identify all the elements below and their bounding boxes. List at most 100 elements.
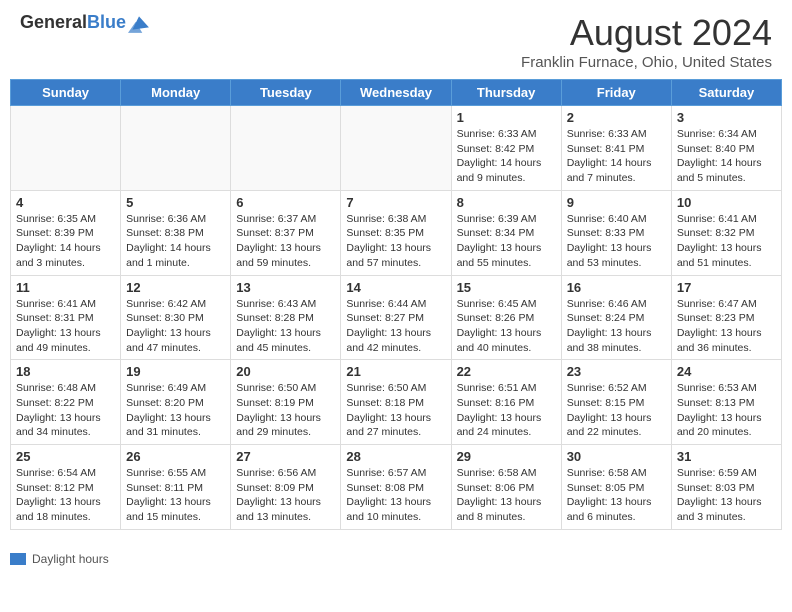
day-header-saturday: Saturday xyxy=(671,80,781,106)
day-number: 16 xyxy=(567,280,666,295)
day-number: 7 xyxy=(346,195,445,210)
day-info: Sunrise: 6:54 AM Sunset: 8:12 PM Dayligh… xyxy=(16,466,115,525)
calendar-day-13: 13 Sunrise: 6:43 AM Sunset: 8:28 PM Dayli… xyxy=(231,275,341,360)
calendar-day-empty xyxy=(231,106,341,191)
logo-icon xyxy=(128,12,150,34)
calendar-header-row: SundayMondayTuesdayWednesdayThursdayFrid… xyxy=(11,80,782,106)
calendar-day-empty xyxy=(11,106,121,191)
day-info: Sunrise: 6:33 AM Sunset: 8:41 PM Dayligh… xyxy=(567,127,666,186)
calendar-day-30: 30 Sunrise: 6:58 AM Sunset: 8:05 PM Dayli… xyxy=(561,445,671,530)
day-number: 9 xyxy=(567,195,666,210)
calendar-week-row: 11 Sunrise: 6:41 AM Sunset: 8:31 PM Dayli… xyxy=(11,275,782,360)
calendar-day-2: 2 Sunrise: 6:33 AM Sunset: 8:41 PM Daylig… xyxy=(561,106,671,191)
day-info: Sunrise: 6:50 AM Sunset: 8:18 PM Dayligh… xyxy=(346,381,445,440)
calendar-day-18: 18Sunrise: 6:48 AM Sunset: 8:22 PM Dayli… xyxy=(11,360,121,445)
day-info: Sunrise: 6:34 AM Sunset: 8:40 PM Dayligh… xyxy=(677,127,776,186)
day-info: Sunrise: 6:56 AM Sunset: 8:09 PM Dayligh… xyxy=(236,466,335,525)
calendar-day-5: 5 Sunrise: 6:36 AM Sunset: 8:38 PM Daylig… xyxy=(121,190,231,275)
calendar-day-empty xyxy=(341,106,451,191)
calendar-day-7: 7 Sunrise: 6:38 AM Sunset: 8:35 PM Daylig… xyxy=(341,190,451,275)
calendar-day-15: 15Sunrise: 6:45 AM Sunset: 8:26 PM Dayli… xyxy=(451,275,561,360)
logo-general-text: General xyxy=(20,12,87,32)
day-number: 15 xyxy=(457,280,556,295)
calendar-week-row: 25 Sunrise: 6:54 AM Sunset: 8:12 PM Dayli… xyxy=(11,445,782,530)
calendar-day-29: 29 Sunrise: 6:58 AM Sunset: 8:06 PM Dayli… xyxy=(451,445,561,530)
day-number: 5 xyxy=(126,195,225,210)
day-info: Sunrise: 6:50 AM Sunset: 8:19 PM Dayligh… xyxy=(236,381,335,440)
day-number: 24 xyxy=(677,364,776,379)
calendar-day-24: 24Sunrise: 6:53 AM Sunset: 8:13 PM Dayli… xyxy=(671,360,781,445)
day-info: Sunrise: 6:57 AM Sunset: 8:08 PM Dayligh… xyxy=(346,466,445,525)
day-number: 10 xyxy=(677,195,776,210)
calendar-day-19: 19Sunrise: 6:49 AM Sunset: 8:20 PM Dayli… xyxy=(121,360,231,445)
logo-blue-text: Blue xyxy=(87,12,126,32)
calendar-week-row: 1 Sunrise: 6:33 AM Sunset: 8:42 PM Daylig… xyxy=(11,106,782,191)
logo: GeneralBlue xyxy=(20,12,150,34)
day-header-tuesday: Tuesday xyxy=(231,80,341,106)
day-number: 31 xyxy=(677,449,776,464)
day-number: 11 xyxy=(16,280,115,295)
calendar-week-row: 4 Sunrise: 6:35 AM Sunset: 8:39 PM Daylig… xyxy=(11,190,782,275)
day-number: 1 xyxy=(457,110,556,125)
calendar-day-31: 31 Sunrise: 6:59 AM Sunset: 8:03 PM Dayli… xyxy=(671,445,781,530)
day-info: Sunrise: 6:58 AM Sunset: 8:05 PM Dayligh… xyxy=(567,466,666,525)
calendar-day-8: 8Sunrise: 6:39 AM Sunset: 8:34 PM Daylig… xyxy=(451,190,561,275)
calendar-day-1: 1 Sunrise: 6:33 AM Sunset: 8:42 PM Daylig… xyxy=(451,106,561,191)
calendar-day-10: 10Sunrise: 6:41 AM Sunset: 8:32 PM Dayli… xyxy=(671,190,781,275)
day-number: 3 xyxy=(677,110,776,125)
day-header-sunday: Sunday xyxy=(11,80,121,106)
day-info: Sunrise: 6:44 AM Sunset: 8:27 PM Dayligh… xyxy=(346,297,445,356)
day-number: 17 xyxy=(677,280,776,295)
day-number: 25 xyxy=(16,449,115,464)
calendar-day-6: 6Sunrise: 6:37 AM Sunset: 8:37 PM Daylig… xyxy=(231,190,341,275)
calendar-day-empty xyxy=(121,106,231,191)
day-number: 4 xyxy=(16,195,115,210)
day-info: Sunrise: 6:43 AM Sunset: 8:28 PM Dayligh… xyxy=(236,297,335,356)
day-info: Sunrise: 6:36 AM Sunset: 8:38 PM Dayligh… xyxy=(126,212,225,271)
day-info: Sunrise: 6:38 AM Sunset: 8:35 PM Dayligh… xyxy=(346,212,445,271)
calendar-day-28: 28 Sunrise: 6:57 AM Sunset: 8:08 PM Dayli… xyxy=(341,445,451,530)
calendar-day-25: 25 Sunrise: 6:54 AM Sunset: 8:12 PM Dayli… xyxy=(11,445,121,530)
day-number: 22 xyxy=(457,364,556,379)
location-subtitle: Franklin Furnace, Ohio, United States xyxy=(521,54,772,71)
day-number: 20 xyxy=(236,364,335,379)
calendar-day-3: 3 Sunrise: 6:34 AM Sunset: 8:40 PM Daylig… xyxy=(671,106,781,191)
calendar-day-21: 21 Sunrise: 6:50 AM Sunset: 8:18 PM Dayli… xyxy=(341,360,451,445)
calendar-day-20: 20 Sunrise: 6:50 AM Sunset: 8:19 PM Dayli… xyxy=(231,360,341,445)
calendar-day-22: 22Sunrise: 6:51 AM Sunset: 8:16 PM Dayli… xyxy=(451,360,561,445)
day-info: Sunrise: 6:33 AM Sunset: 8:42 PM Dayligh… xyxy=(457,127,556,186)
day-header-thursday: Thursday xyxy=(451,80,561,106)
day-header-monday: Monday xyxy=(121,80,231,106)
day-info: Sunrise: 6:59 AM Sunset: 8:03 PM Dayligh… xyxy=(677,466,776,525)
day-info: Sunrise: 6:35 AM Sunset: 8:39 PM Dayligh… xyxy=(16,212,115,271)
calendar-day-27: 27 Sunrise: 6:56 AM Sunset: 8:09 PM Dayli… xyxy=(231,445,341,530)
day-info: Sunrise: 6:55 AM Sunset: 8:11 PM Dayligh… xyxy=(126,466,225,525)
day-number: 29 xyxy=(457,449,556,464)
calendar-day-17: 17 Sunrise: 6:47 AM Sunset: 8:23 PM Dayli… xyxy=(671,275,781,360)
day-info: Sunrise: 6:42 AM Sunset: 8:30 PM Dayligh… xyxy=(126,297,225,356)
day-info: Sunrise: 6:46 AM Sunset: 8:24 PM Dayligh… xyxy=(567,297,666,356)
calendar-table: SundayMondayTuesdayWednesdayThursdayFrid… xyxy=(10,79,782,530)
day-info: Sunrise: 6:47 AM Sunset: 8:23 PM Dayligh… xyxy=(677,297,776,356)
calendar-day-16: 16 Sunrise: 6:46 AM Sunset: 8:24 PM Dayli… xyxy=(561,275,671,360)
day-number: 27 xyxy=(236,449,335,464)
day-info: Sunrise: 6:58 AM Sunset: 8:06 PM Dayligh… xyxy=(457,466,556,525)
day-info: Sunrise: 6:41 AM Sunset: 8:31 PM Dayligh… xyxy=(16,297,115,356)
calendar-day-12: 12Sunrise: 6:42 AM Sunset: 8:30 PM Dayli… xyxy=(121,275,231,360)
day-info: Sunrise: 6:37 AM Sunset: 8:37 PM Dayligh… xyxy=(236,212,335,271)
day-header-wednesday: Wednesday xyxy=(341,80,451,106)
page-header: GeneralBlue August 2024 Franklin Furnace… xyxy=(0,0,792,79)
month-year-title: August 2024 xyxy=(521,12,772,54)
legend-label: Daylight hours xyxy=(32,552,109,566)
day-number: 18 xyxy=(16,364,115,379)
day-number: 21 xyxy=(346,364,445,379)
day-number: 30 xyxy=(567,449,666,464)
day-header-friday: Friday xyxy=(561,80,671,106)
day-info: Sunrise: 6:40 AM Sunset: 8:33 PM Dayligh… xyxy=(567,212,666,271)
day-number: 28 xyxy=(346,449,445,464)
title-block: August 2024 Franklin Furnace, Ohio, Unit… xyxy=(521,12,772,71)
day-number: 2 xyxy=(567,110,666,125)
calendar-day-11: 11 Sunrise: 6:41 AM Sunset: 8:31 PM Dayli… xyxy=(11,275,121,360)
day-number: 13 xyxy=(236,280,335,295)
calendar-container: SundayMondayTuesdayWednesdayThursdayFrid… xyxy=(0,79,792,548)
